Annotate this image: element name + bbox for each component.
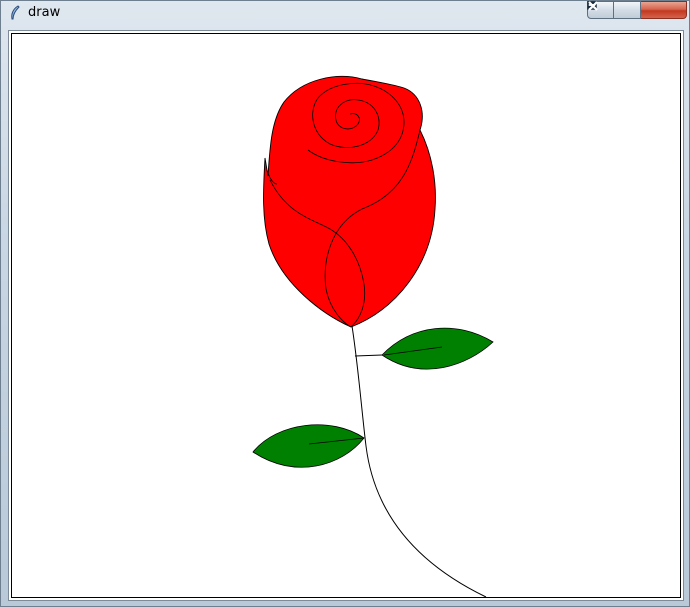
rose-head (263, 76, 436, 328)
window-controls (587, 1, 687, 20)
lower-leaf (252, 424, 365, 468)
rose-drawing (252, 76, 494, 597)
feather-icon (7, 5, 23, 21)
maximize-button[interactable] (587, 1, 641, 19)
title-bar[interactable]: draw (1, 1, 689, 25)
upper-leaf-twig (354, 354, 383, 357)
upper-leaf (381, 327, 494, 370)
client-area (8, 30, 684, 601)
close-button[interactable] (588, 1, 687, 19)
drawing-canvas[interactable] (11, 33, 681, 598)
window-title: draw (28, 5, 61, 20)
app-window: draw (0, 0, 690, 607)
